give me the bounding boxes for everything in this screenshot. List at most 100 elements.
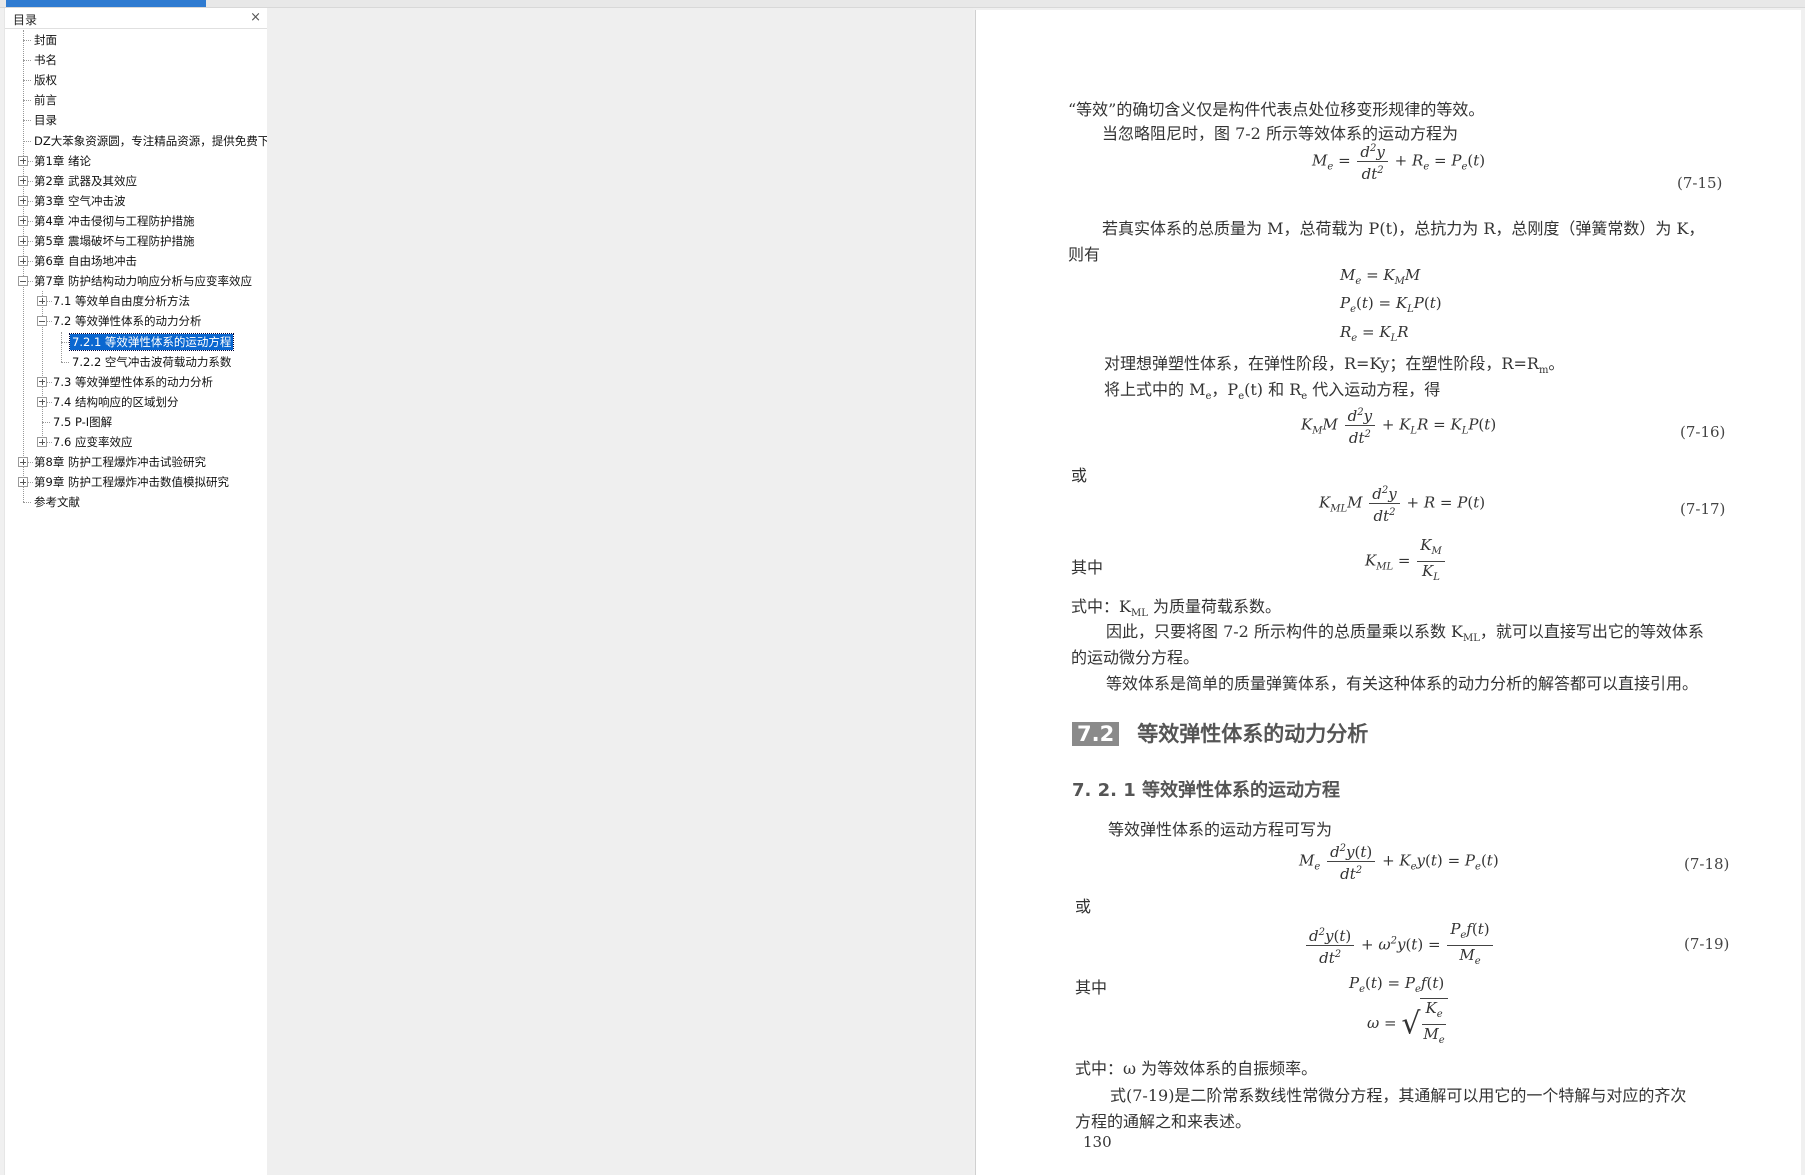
toc-item-label: 7.3 等效弹塑性体系的动力分析 bbox=[53, 374, 213, 389]
toc-item-label: 前言 bbox=[34, 93, 57, 108]
expand-icon[interactable] bbox=[18, 175, 28, 186]
toc-item[interactable]: 版权 bbox=[5, 70, 267, 90]
toc-item[interactable]: 第9章 防护工程爆炸冲击数值模拟研究 bbox=[5, 472, 267, 492]
toc-item[interactable]: 前言 bbox=[5, 90, 267, 110]
expand-icon[interactable] bbox=[18, 256, 28, 267]
toc-item[interactable]: 第2章 武器及其效应 bbox=[5, 171, 267, 191]
toc-item[interactable]: 封面 bbox=[5, 30, 267, 50]
toc-item[interactable]: 目录 bbox=[5, 110, 267, 130]
paragraph: 其中 bbox=[1071, 558, 1104, 577]
toc-panel: 目录 × 封面书名版权前言目录 DZ大苯象资源圆，专注精品资源，提供免费下 第1章 … bbox=[4, 8, 268, 1175]
section-heading: 7.2 等效弹性体系的动力分析 bbox=[1072, 718, 1368, 748]
toc-item-label: 7.2 等效弹性体系的动力分析 bbox=[53, 314, 202, 329]
expand-icon[interactable] bbox=[18, 215, 28, 226]
equation-kml: KML = KM KL bbox=[1365, 536, 1447, 587]
toc-item[interactable]: 书名 bbox=[5, 50, 267, 70]
tree-connector bbox=[61, 361, 69, 363]
toc-item-label: 7.2.1 等效弹性体系的运动方程 bbox=[68, 332, 235, 351]
equation-7-15: Me = d2y dt2 + Re = Pe(t) bbox=[1312, 140, 1485, 183]
toc-item[interactable]: 7.2.1 等效弹性体系的运动方程 bbox=[5, 332, 267, 352]
toc-header: 目录 × bbox=[5, 8, 267, 29]
tree-connector bbox=[23, 100, 31, 102]
toc-item[interactable]: DZ大苯象资源圆，专注精品资源，提供免费下 bbox=[5, 131, 267, 151]
paragraph: 或 bbox=[1071, 466, 1088, 485]
paragraph: 或 bbox=[1075, 897, 1092, 916]
tree-connector bbox=[23, 502, 31, 504]
toc-item-label: 7.4 结构响应的区域划分 bbox=[53, 394, 179, 409]
expand-icon[interactable] bbox=[18, 477, 28, 488]
expand-icon[interactable] bbox=[18, 457, 28, 468]
paragraph: 的运动微分方程。 bbox=[1071, 648, 1200, 667]
toc-item[interactable]: 第4章 冲击侵彻与工程防护措施 bbox=[5, 211, 267, 231]
paragraph: 其中 bbox=[1075, 978, 1108, 997]
toc-item-label: 书名 bbox=[34, 53, 57, 68]
equation-number: (7-19) bbox=[1684, 935, 1730, 953]
toc-item-label: 目录 bbox=[34, 113, 57, 128]
toc-item-label: 第6章 自由场地冲击 bbox=[34, 254, 137, 269]
toc-item[interactable]: 第7章 防护结构动力响应分析与应变率效应 bbox=[5, 271, 267, 291]
toc-item-label: 第2章 武器及其效应 bbox=[34, 173, 137, 188]
equation-number: (7-16) bbox=[1680, 423, 1726, 441]
toc-item-label: 7.2.2 空气冲击波荷载动力系数 bbox=[72, 354, 232, 369]
document-page: “等效”的确切含义仅是构件代表点处位移变形规律的等效。 当忽略阻尼时，图 7-2… bbox=[975, 10, 1801, 1175]
toc-item[interactable]: 7.3 等效弹塑性体系的动力分析 bbox=[5, 372, 267, 392]
paragraph: 因此，只要将图 7-2 所示构件的总质量乘以系数 KML，就可以直接写出它的等效… bbox=[1106, 622, 1704, 645]
paragraph: 等效体系是简单的质量弹簧体系，有关这种体系的动力分析的解答都可以直接引用。 bbox=[1106, 674, 1699, 693]
equation-number: (7-15) bbox=[1677, 174, 1723, 192]
paragraph: 则有 bbox=[1068, 245, 1101, 264]
equation-omega: ω = √ Ke Me bbox=[1367, 998, 1448, 1050]
expand-icon[interactable] bbox=[18, 195, 28, 206]
toc-tree: 封面书名版权前言目录 DZ大苯象资源圆，专注精品资源，提供免费下 第1章 绪论第2章… bbox=[5, 30, 267, 1170]
tree-connector bbox=[23, 140, 31, 142]
equation-pe: Pe(t) = KLP(t) bbox=[1340, 294, 1442, 315]
toc-item-label: 第8章 防护工程爆炸冲击试验研究 bbox=[34, 455, 206, 470]
toc-item[interactable]: 第5章 震塌破坏与工程防护措施 bbox=[5, 231, 267, 251]
paragraph: 式(7-19)是二阶常系数线性常微分方程，其通解可以用它的一个特解与对应的齐次 bbox=[1110, 1086, 1687, 1105]
toc-item[interactable]: 7.6 应变率效应 bbox=[5, 432, 267, 452]
toc-item-label: 第1章 绪论 bbox=[34, 153, 91, 168]
close-icon[interactable]: × bbox=[250, 10, 261, 25]
toc-item-label: 7.5 P-I图解 bbox=[53, 414, 113, 429]
toc-item[interactable]: 7.1 等效单自由度分析方法 bbox=[5, 291, 267, 311]
expand-icon[interactable] bbox=[37, 396, 47, 407]
paragraph: 式中：KML 为质量荷载系数。 bbox=[1071, 597, 1281, 620]
equation-7-17: KMLM d2y dt2 + R = P(t) bbox=[1319, 482, 1485, 525]
subsection-heading: 7. 2. 1 等效弹性体系的运动方程 bbox=[1072, 780, 1341, 801]
tree-connector bbox=[42, 421, 50, 423]
expand-icon[interactable] bbox=[18, 236, 28, 246]
toc-item[interactable]: 7.4 结构响应的区域划分 bbox=[5, 392, 267, 412]
toc-item[interactable]: 参考文献 bbox=[5, 492, 267, 512]
tree-connector bbox=[23, 120, 31, 122]
toc-item-label: 7.1 等效单自由度分析方法 bbox=[53, 294, 190, 309]
equation-pe-t: Pe(t) = Pef(t) bbox=[1349, 974, 1445, 995]
toc-item[interactable]: 第1章 绪论 bbox=[5, 151, 267, 171]
toc-item[interactable]: 第8章 防护工程爆炸冲击试验研究 bbox=[5, 452, 267, 472]
collapse-icon[interactable] bbox=[18, 276, 28, 287]
toc-item[interactable]: 7.2.2 空气冲击波荷载动力系数 bbox=[5, 352, 267, 372]
collapse-icon[interactable] bbox=[37, 316, 47, 327]
equation-me: Me = KMM bbox=[1340, 266, 1421, 287]
equation-number: (7-18) bbox=[1684, 855, 1730, 873]
toc-item-label: 第9章 防护工程爆炸冲击数值模拟研究 bbox=[34, 475, 229, 490]
toc-item[interactable]: 第3章 空气冲击波 bbox=[5, 191, 267, 211]
toc-item-label: 封面 bbox=[34, 33, 57, 47]
paragraph: 对理想弹塑性体系，在弹性阶段，R=Ky；在塑性阶段，R=Rm。 bbox=[1104, 354, 1565, 377]
expand-icon[interactable] bbox=[37, 296, 47, 307]
page-number: 130 bbox=[1083, 1133, 1112, 1151]
toc-item[interactable]: 第6章 自由场地冲击 bbox=[5, 251, 267, 271]
expand-icon[interactable] bbox=[37, 437, 47, 447]
paragraph: 将上式中的 Me，Pe(t) 和 Re 代入运动方程，得 bbox=[1104, 380, 1441, 403]
toc-item[interactable]: 7.2 等效弹性体系的动力分析 bbox=[5, 311, 267, 331]
toc-item[interactable]: 7.5 P-I图解 bbox=[5, 412, 267, 432]
paragraph: 式中：ω 为等效体系的自振频率。 bbox=[1075, 1059, 1318, 1078]
expand-icon[interactable] bbox=[37, 376, 47, 387]
paragraph: “等效”的确切含义仅是构件代表点处位移变形规律的等效。 bbox=[1068, 100, 1485, 119]
expand-icon[interactable] bbox=[18, 155, 28, 166]
active-tab[interactable] bbox=[6, 0, 206, 7]
section-number: 7.2 bbox=[1072, 722, 1120, 746]
title-bar bbox=[0, 0, 1805, 8]
toc-item-label: DZ大苯象资源圆，专注精品资源，提供免费下 bbox=[34, 133, 267, 148]
toc-item-label: 第5章 震塌破坏与工程防护措施 bbox=[34, 234, 195, 248]
equation-re: Re = KLR bbox=[1340, 323, 1409, 344]
empty-viewer-area bbox=[267, 8, 973, 1175]
